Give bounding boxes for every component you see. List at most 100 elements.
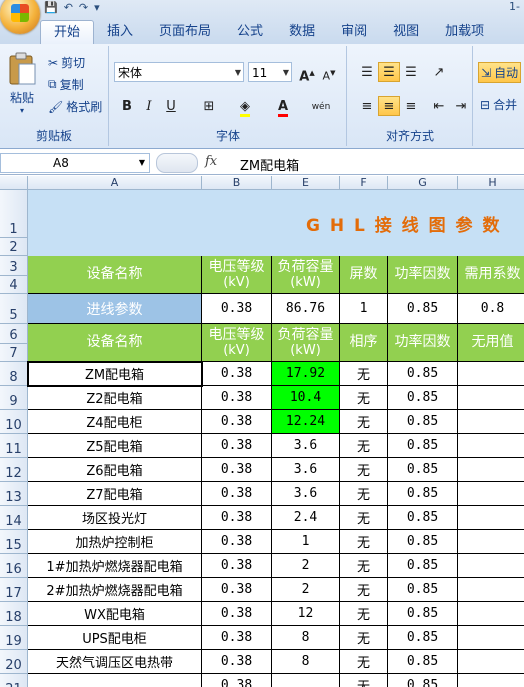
- row-header-15[interactable]: 15: [0, 530, 28, 554]
- cell-phase[interactable]: 无: [340, 458, 388, 482]
- column-header-e[interactable]: E: [272, 176, 340, 190]
- cell-unused[interactable]: [458, 434, 524, 458]
- row-header-20[interactable]: 20: [0, 650, 28, 674]
- font-color-button[interactable]: A: [272, 96, 294, 117]
- incoming-voltage[interactable]: 0.38: [202, 294, 272, 324]
- row-header-4[interactable]: 4: [0, 276, 28, 294]
- header-screen-count[interactable]: 屏数: [340, 256, 388, 294]
- row-header-7[interactable]: 7: [0, 344, 28, 362]
- header-device-name[interactable]: 设备名称: [28, 256, 202, 294]
- paste-dropdown-icon[interactable]: ▾: [4, 106, 40, 115]
- cell-name[interactable]: Z2配电箱: [28, 386, 202, 410]
- cell-pf[interactable]: 0.85: [388, 578, 458, 602]
- tab-review[interactable]: 审阅: [328, 20, 380, 44]
- fill-color-button[interactable]: ◈: [234, 96, 256, 117]
- shrink-font-button[interactable]: A▼: [318, 62, 340, 83]
- cell-phase[interactable]: 无: [340, 482, 388, 506]
- cell-pf[interactable]: 0.85: [388, 410, 458, 434]
- row-header-16[interactable]: 16: [0, 554, 28, 578]
- cell-name[interactable]: 加热炉控制柜: [28, 530, 202, 554]
- tab-page-layout[interactable]: 页面布局: [146, 20, 224, 44]
- redo-icon[interactable]: ↷: [79, 1, 88, 14]
- cell-load[interactable]: 3.6: [272, 434, 340, 458]
- bold-button[interactable]: B: [116, 96, 138, 116]
- cell-phase[interactable]: 无: [340, 626, 388, 650]
- cell-load[interactable]: 10.4: [272, 386, 340, 410]
- row-header-18[interactable]: 18: [0, 602, 28, 626]
- cell-load[interactable]: 2: [272, 554, 340, 578]
- header-power-factor[interactable]: 功率因数: [388, 256, 458, 294]
- cell-name[interactable]: WX配电箱: [28, 602, 202, 626]
- cell-phase[interactable]: 无: [340, 410, 388, 434]
- cell-name[interactable]: Z5配电箱: [28, 434, 202, 458]
- cell-load[interactable]: 2.4: [272, 506, 340, 530]
- cell-voltage[interactable]: 0.38: [202, 362, 272, 386]
- cell-load[interactable]: 12.24: [272, 410, 340, 434]
- cell-pf[interactable]: 0.85: [388, 386, 458, 410]
- cell-name[interactable]: Z7配电箱: [28, 482, 202, 506]
- header2-unused[interactable]: 无用值: [458, 324, 524, 362]
- decrease-indent-button[interactable]: ⇤: [428, 96, 450, 116]
- row-header-21[interactable]: 21: [0, 674, 28, 687]
- formula-input[interactable]: ZM配电箱: [240, 155, 299, 174]
- customize-qat-icon[interactable]: ▾: [94, 1, 100, 14]
- cell-voltage[interactable]: 0.38: [202, 578, 272, 602]
- font-size-combo[interactable]: 11 ▼: [248, 62, 292, 82]
- cell-phase[interactable]: 无: [340, 578, 388, 602]
- cell-name[interactable]: Z6配电箱: [28, 458, 202, 482]
- tab-home[interactable]: 开始: [40, 20, 95, 44]
- cell-load[interactable]: 3.6: [272, 458, 340, 482]
- tab-addins[interactable]: 加载项: [432, 20, 497, 44]
- row-header-13[interactable]: 13: [0, 482, 28, 506]
- align-center-button[interactable]: ≡: [378, 96, 400, 116]
- cut-button[interactable]: ✂ 剪切: [48, 54, 85, 71]
- row-header-10[interactable]: 10: [0, 410, 28, 434]
- cell-voltage[interactable]: 0.38: [202, 626, 272, 650]
- column-header-g[interactable]: G: [388, 176, 458, 190]
- row-header-14[interactable]: 14: [0, 506, 28, 530]
- cell-voltage[interactable]: 0.38: [202, 434, 272, 458]
- header-demand-factor[interactable]: 需用系数: [458, 256, 524, 294]
- tab-view[interactable]: 视图: [380, 20, 432, 44]
- column-header-h[interactable]: H: [458, 176, 524, 190]
- cell-name[interactable]: 场区投光灯: [28, 506, 202, 530]
- cell-pf[interactable]: 0.85: [388, 530, 458, 554]
- cell-phase[interactable]: 无: [340, 554, 388, 578]
- column-header-f[interactable]: F: [340, 176, 388, 190]
- row-header-5[interactable]: 5: [0, 294, 28, 324]
- row-header-12[interactable]: 12: [0, 458, 28, 482]
- row-header-11[interactable]: 11: [0, 434, 28, 458]
- cell-pf[interactable]: 0.85: [388, 458, 458, 482]
- align-top-button[interactable]: ☰: [356, 62, 378, 82]
- merge-center-button[interactable]: ⊟ 合并: [480, 96, 517, 113]
- incoming-load[interactable]: 86.76: [272, 294, 340, 324]
- underline-button[interactable]: U: [160, 96, 182, 116]
- font-name-combo[interactable]: 宋体 ▼: [114, 62, 244, 82]
- copy-button[interactable]: ⧉ 复制: [48, 76, 84, 93]
- cell-unused[interactable]: [458, 578, 524, 602]
- cell-load[interactable]: 1: [272, 530, 340, 554]
- cell-name[interactable]: Z4配电柜: [28, 410, 202, 434]
- grow-font-button[interactable]: A▲: [296, 62, 318, 84]
- cell-unused[interactable]: [458, 506, 524, 530]
- cell-pf[interactable]: 0.85: [388, 482, 458, 506]
- row-header-6[interactable]: 6: [0, 324, 28, 344]
- cell-pf[interactable]: 0.85: [388, 554, 458, 578]
- cell-load[interactable]: 8: [272, 650, 340, 674]
- cell-voltage[interactable]: 0.38: [202, 650, 272, 674]
- cell-load[interactable]: 12: [272, 602, 340, 626]
- wrap-text-button[interactable]: ⇲ 自动: [478, 62, 522, 83]
- cell-name[interactable]: ZM配电箱: [28, 362, 202, 386]
- incoming-label[interactable]: 进线参数: [28, 294, 202, 324]
- cell-pf[interactable]: 0.85: [388, 602, 458, 626]
- cell-pf[interactable]: 0.85: [388, 674, 458, 687]
- cell-name[interactable]: UPS配电柜: [28, 626, 202, 650]
- cell-voltage[interactable]: 0.38: [202, 530, 272, 554]
- chevron-down-icon[interactable]: ▼: [139, 154, 145, 172]
- cell-unused[interactable]: [458, 482, 524, 506]
- select-all-corner[interactable]: [0, 176, 28, 190]
- row-header-19[interactable]: 19: [0, 626, 28, 650]
- orientation-button[interactable]: ↗: [428, 62, 450, 82]
- row-header-17[interactable]: 17: [0, 578, 28, 602]
- header2-voltage[interactable]: 电压等级 (kV): [202, 324, 272, 362]
